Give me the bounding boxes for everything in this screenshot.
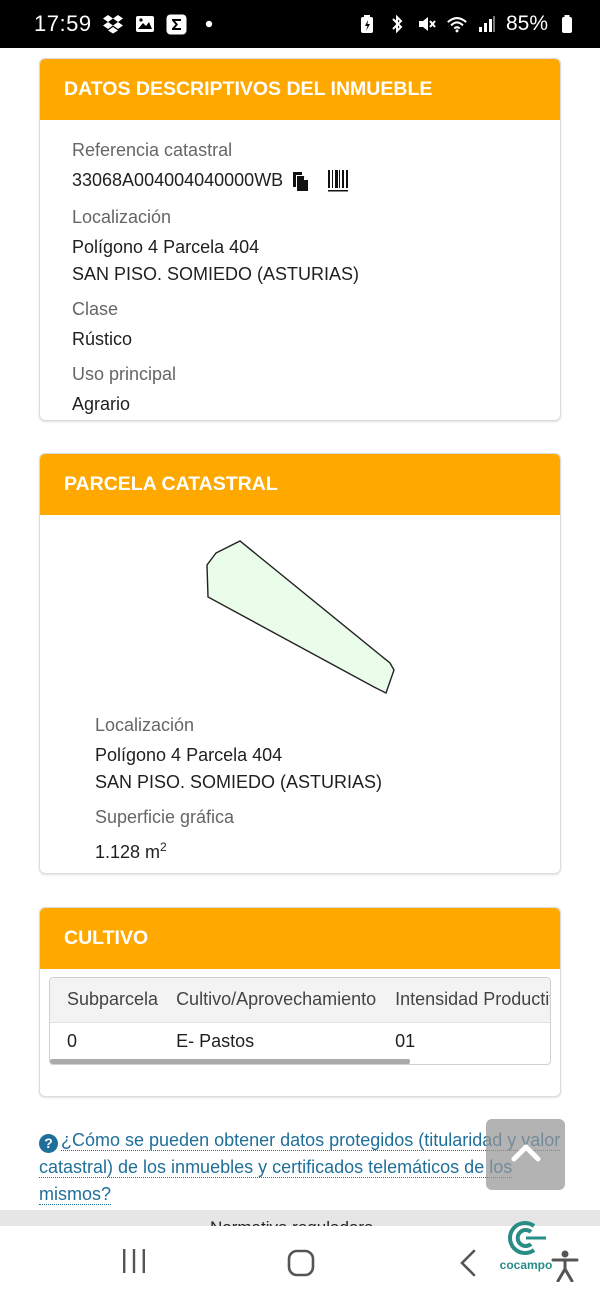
status-right: 85% — [356, 12, 578, 36]
parcela-catastral-card: PARCELA CATASTRAL Localización Polígono … — [39, 453, 561, 874]
cultivo-header: CULTIVO — [40, 908, 560, 969]
dot-icon — [198, 13, 220, 35]
cell-cultivo: E- Pastos — [176, 1030, 255, 1051]
datos-protegidos-link[interactable]: ? ¿Cómo se pueden obtener datos protegido… — [39, 1127, 561, 1208]
chevron-up-icon — [511, 1142, 541, 1167]
cultivo-table: Subparcela Cultivo/Aprovechamiento Inten… — [50, 978, 550, 1060]
signal-icon — [476, 13, 498, 35]
bluetooth-icon — [386, 13, 408, 35]
parcela-catastral-body: Localización Polígono 4 Parcela 404 SAN … — [40, 715, 560, 866]
cultivo-table-header-row: Subparcela Cultivo/Aprovechamiento Inten… — [50, 978, 550, 1023]
superficie-label: Superficie gráfica — [95, 807, 235, 827]
cultivo-table-scroll[interactable]: Subparcela Cultivo/Aprovechamiento Inten… — [49, 977, 551, 1065]
status-left: 17:59 — [34, 11, 220, 37]
dropbox-icon — [102, 13, 124, 35]
barcode-icon[interactable] — [327, 169, 349, 193]
parcela-localizacion-line2: SAN PISO. SOMIEDO (ASTURIAS) — [95, 772, 383, 792]
scroll-to-top-button[interactable] — [486, 1119, 565, 1190]
localizacion-line2: SAN PISO. SOMIEDO (ASTURIAS) — [72, 264, 360, 284]
parcela-localizacion-line1: Polígono 4 Parcela 404 — [95, 745, 283, 765]
battery-percent: 85% — [505, 12, 548, 35]
cultivo-card: CULTIVO Subparcela Cultivo/Aprovechamien… — [39, 907, 561, 1097]
table-row: 0 E- Pastos 01 — [50, 1022, 550, 1060]
normativa-reguladora-link[interactable]: Normativa reguladora — [210, 1218, 373, 1226]
gallery-icon — [134, 13, 156, 35]
column-header-subparcela: Subparcela — [50, 978, 160, 1023]
sigma-app-icon — [166, 13, 188, 35]
uso-principal-label: Uso principal — [72, 364, 177, 384]
table-horizontal-scrollbar[interactable] — [50, 1059, 410, 1064]
cell-subparcela: 0 — [67, 1030, 78, 1051]
cocampo-logo-icon — [508, 1221, 546, 1255]
home-icon — [287, 1249, 315, 1277]
status-time: 17:59 — [34, 11, 92, 36]
referencia-value[interactable]: 33068A004004040000WB — [72, 167, 283, 194]
datos-protegidos-link-text[interactable]: ¿Cómo se pueden obtener datos protegidos… — [39, 1130, 561, 1205]
parcela-localizacion-label: Localización — [95, 715, 195, 735]
parcela-shape-svg[interactable] — [40, 515, 561, 715]
clase-value: Rústico — [72, 329, 133, 349]
cell-intensidad: 01 — [395, 1030, 416, 1051]
column-header-cultivo: Cultivo/Aprovechamiento — [159, 978, 379, 1023]
cocampo-logo-text: cocampo — [499, 1258, 553, 1272]
datos-descriptivos-card: DATOS DESCRIPTIVOS DEL INMUEBLE Referenc… — [39, 58, 561, 421]
mute-icon — [416, 13, 438, 35]
superficie-value-row: 1.128 m2 — [95, 834, 528, 866]
datos-descriptivos-body: Referencia catastral 33068A004004040000W… — [40, 120, 560, 418]
superficie-value: 1.128 m — [95, 842, 161, 862]
uso-principal-value: Agrario — [72, 394, 131, 414]
localizacion-line1: Polígono 4 Parcela 404 — [72, 237, 260, 257]
question-circle-icon: ? — [39, 1134, 58, 1153]
parcela-polygon — [206, 540, 395, 694]
battery-saver-icon — [356, 13, 378, 35]
superficie-exponent: 2 — [160, 840, 167, 854]
datos-descriptivos-header: DATOS DESCRIPTIVOS DEL INMUEBLE — [40, 59, 560, 120]
cocampo-logo: cocampo — [496, 1218, 556, 1276]
parcela-catastral-header: PARCELA CATASTRAL — [40, 454, 560, 515]
referencia-label: Referencia catastral — [72, 140, 233, 160]
clase-label: Clase — [72, 299, 119, 319]
recent-apps-icon — [123, 1249, 145, 1273]
copy-icon[interactable] — [289, 169, 311, 193]
wifi-icon — [446, 13, 468, 35]
back-button[interactable] — [458, 1248, 478, 1278]
localizacion-label: Localización — [72, 207, 172, 227]
column-header-intensidad: Intensidad Productiva — [378, 978, 550, 1023]
battery-icon — [556, 13, 578, 35]
parcela-map[interactable] — [40, 515, 560, 715]
referencia-row: 33068A004004040000WB — [72, 167, 528, 194]
recent-apps-button[interactable] — [120, 1248, 148, 1274]
home-button[interactable] — [286, 1248, 316, 1278]
back-icon — [460, 1249, 476, 1277]
status-bar: 17:59 85% — [0, 0, 600, 48]
accessibility-icon[interactable] — [551, 1250, 579, 1287]
